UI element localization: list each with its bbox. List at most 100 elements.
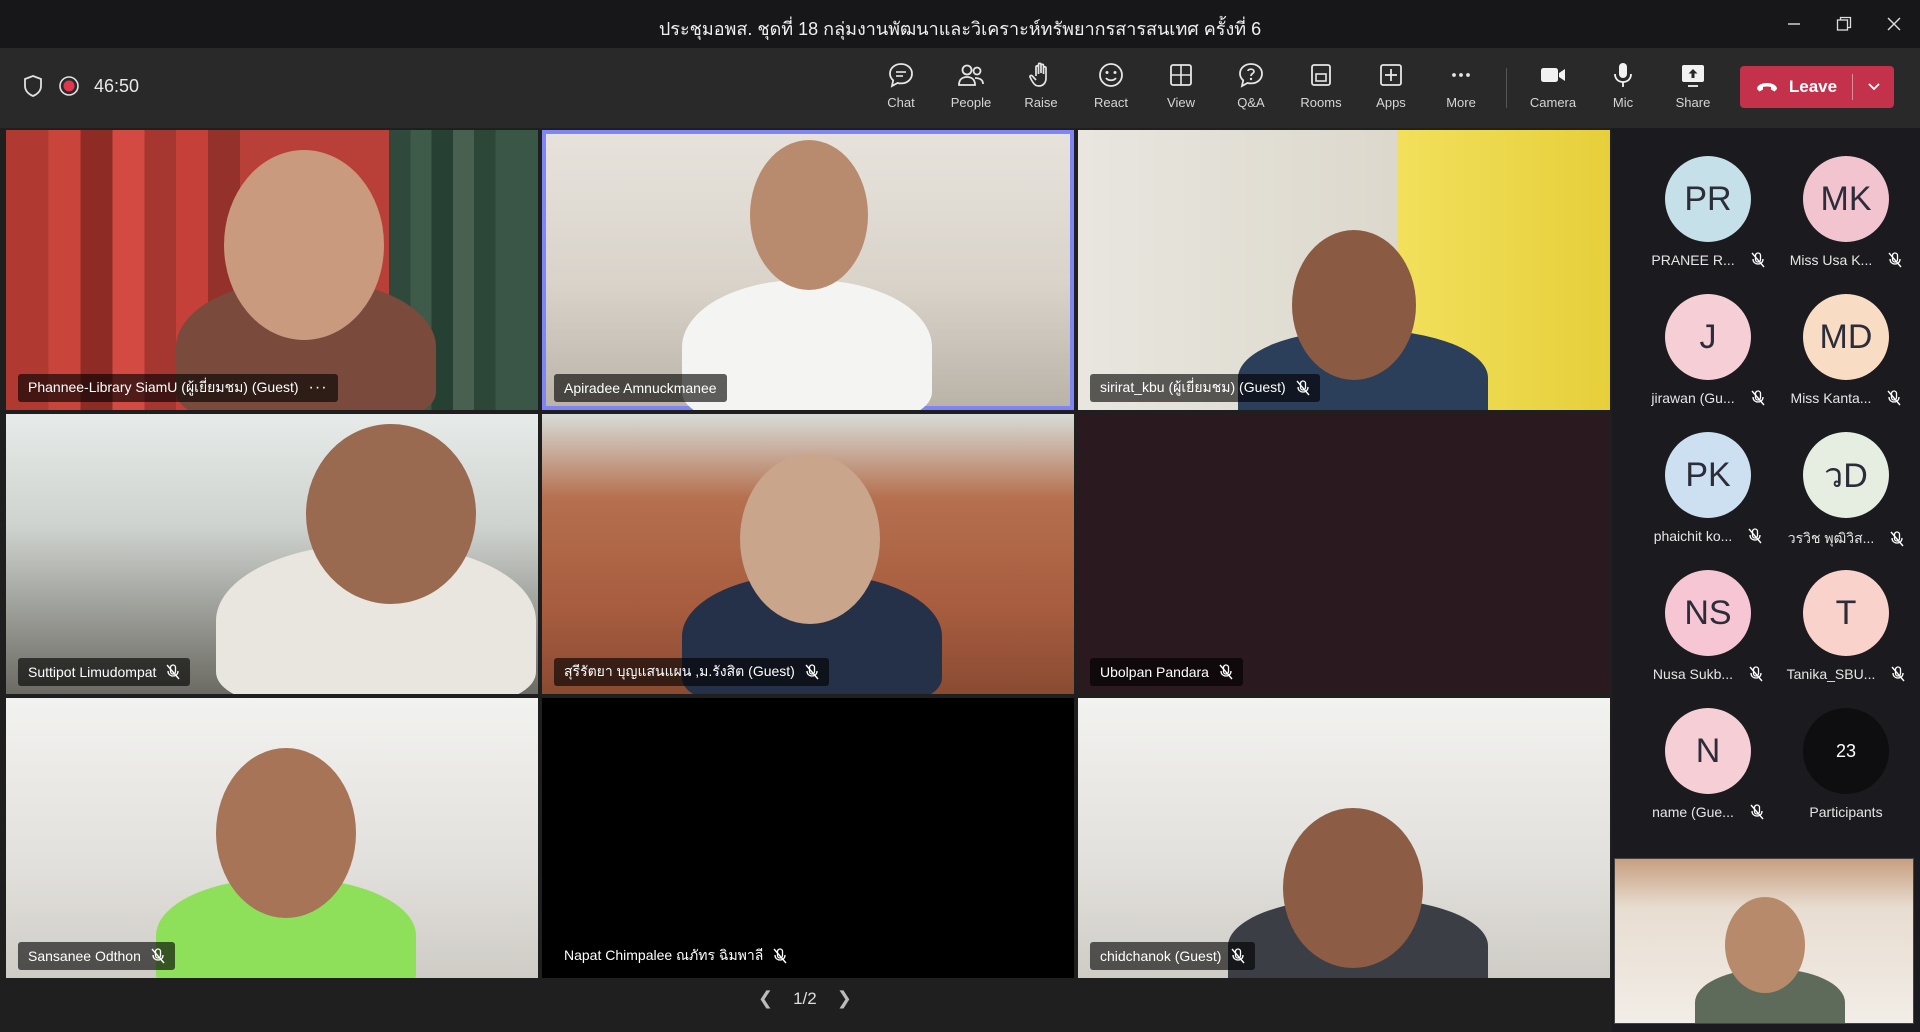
mic-off-icon [151,948,165,964]
video-tile[interactable]: Ubolpan Pandara [1078,414,1610,694]
participant-nametag: Suttipot Limudompat [18,658,191,686]
qa-label: Q&A [1237,95,1265,110]
shield-icon[interactable] [22,74,44,98]
roster-name: name (Gue... [1652,804,1734,820]
video-tile[interactable]: Napat Chimpalee ณภัทร ฉิมพาลี [542,698,1074,978]
avatar-initials: N [1695,731,1721,770]
participant-name: Apiradee Amnuckmanee [564,380,717,396]
participants-overflow-button[interactable]: 23 Participants [1776,708,1916,838]
mic-off-icon [1887,390,1901,406]
participant-face [1283,808,1423,968]
roster-name-row: jirawan (Gu... [1651,390,1765,406]
participant-nametag: chidchanok (Guest) [1090,942,1256,970]
participant-name: Suttipot Limudompat [28,664,157,680]
video-tile[interactable]: สุรีรัตยา บุญแสนแผน ,ม.รังสิต (Guest) [542,414,1074,694]
gallery-pager: ❮ 1/2 ❯ [758,988,852,1009]
mic-off-icon [1750,804,1764,820]
more-label: More [1446,95,1476,110]
raise-hand-button[interactable]: Raise [1010,60,1072,116]
mic-off-icon [773,948,787,964]
video-tile[interactable]: sirirat_kbu (ผู้เยี่ยมชม) (Guest) [1078,130,1610,410]
avatar-initials: MK [1820,179,1872,218]
apps-button[interactable]: Apps [1360,60,1422,116]
avatar-initials: PK [1685,455,1731,494]
people-button[interactable]: People [940,60,1002,116]
avatar-initials: NS [1684,593,1732,632]
page-indicator: 1/2 [793,988,817,1008]
roster-item[interactable]: N name (Gue... [1638,708,1778,838]
minimize-button[interactable] [1772,8,1816,40]
meeting-toolbar: 46:50 Chat People Raise React View Q&A R… [0,48,1920,128]
video-stage: Phannee-Library SiamU (ผู้เยี่ยมชม) (Gue… [0,128,1612,1032]
participant-nametag: sirirat_kbu (ผู้เยี่ยมชม) (Guest) [1090,374,1320,402]
meeting-timer: 46:50 [94,75,140,96]
mic-off-icon [1296,380,1310,396]
roster-item[interactable]: T Tanika_SBU... [1776,570,1916,700]
more-options-icon[interactable]: ··· [309,379,328,397]
chevron-right-icon[interactable]: ❯ [837,988,852,1009]
participant-face [224,150,384,340]
leave-button[interactable]: Leave [1740,66,1852,108]
mic-off-icon [1891,666,1905,682]
roster-name: Tanika_SBU... [1786,666,1876,682]
chevron-left-icon[interactable]: ❮ [758,988,773,1009]
share-screen-icon [1682,65,1704,87]
react-button[interactable]: React [1080,60,1142,116]
camera-button[interactable]: Camera [1522,60,1584,116]
roster-item[interactable]: PR PRANEE R... [1638,156,1778,286]
rooms-button[interactable]: Rooms [1290,60,1352,116]
video-tile[interactable]: Phannee-Library SiamU (ผู้เยี่ยมชม) (Gue… [6,130,538,410]
chat-label: Chat [887,95,915,110]
mic-button[interactable]: Mic [1592,60,1654,116]
roster-item[interactable]: MK Miss Usa K... [1776,156,1916,286]
participant-nametag: Apiradee Amnuckmanee [554,374,727,402]
view-button[interactable]: View [1150,60,1212,116]
avatar: J [1665,294,1751,380]
roster-item[interactable]: NS Nusa Sukb... [1638,570,1778,700]
roster-name-row: name (Gue... [1652,804,1764,820]
avatar-initials: วD [1824,457,1868,495]
share-button[interactable]: Share [1662,60,1724,116]
participant-face [750,140,868,290]
video-tile[interactable]: Sansanee Odthon [6,698,538,978]
leave-options-button[interactable] [1853,82,1894,92]
more-button[interactable]: More [1430,60,1492,116]
video-tile[interactable]: chidchanok (Guest) [1078,698,1610,978]
participant-face [1292,230,1416,380]
roster-item[interactable]: MD Miss Kanta... [1776,294,1916,424]
participant-nametag: Sansanee Odthon [18,942,175,970]
close-icon [1887,17,1901,31]
video-tile-active-speaker[interactable]: Apiradee Amnuckmanee [542,130,1074,410]
raise-label: Raise [1024,95,1058,110]
mic-off-icon [1219,664,1233,680]
title-bar: ประชุมอพส. ชุดที่ 18 กลุ่มงานพัฒนาและวิเ… [0,0,1920,48]
more-dots-icon [1452,73,1470,77]
participant-name: Sansanee Odthon [28,948,141,964]
mic-off-icon [1231,948,1245,964]
restore-button[interactable] [1822,8,1866,40]
chat-button[interactable]: Chat [870,60,932,116]
roster-item[interactable]: PK phaichit ko... [1638,432,1778,562]
mic-off-icon [1748,528,1762,544]
participant-name: Napat Chimpalee ณภัทร ฉิมพาลี [564,947,764,963]
smiley-icon [1099,63,1123,87]
roster-name-row: Miss Usa K... [1790,252,1902,268]
self-view-video[interactable] [1614,858,1914,1024]
avatar: วD [1803,432,1889,518]
question-bubble-icon [1239,63,1263,88]
video-tile[interactable]: Suttipot Limudompat [6,414,538,694]
hand-icon [1029,62,1047,87]
participant-nametag: Phannee-Library SiamU (ผู้เยี่ยมชม) (Gue… [18,374,338,402]
roster-name-row: วรวิช พุฒิวิส... [1788,528,1905,550]
roster-name: วรวิช พุฒิวิส... [1787,530,1875,546]
roster-name-row: phaichit ko... [1654,528,1763,544]
camera-label: Camera [1529,95,1577,110]
roster-item[interactable]: วD วรวิช พุฒิวิส... [1776,432,1916,562]
leave-control: Leave [1740,66,1894,108]
mic-label: Mic [1612,95,1634,110]
close-button[interactable] [1872,8,1916,40]
mic-off-icon [1751,252,1765,268]
roster-item[interactable]: J jirawan (Gu... [1638,294,1778,424]
qa-button[interactable]: Q&A [1220,60,1282,116]
share-label: Share [1675,95,1711,110]
